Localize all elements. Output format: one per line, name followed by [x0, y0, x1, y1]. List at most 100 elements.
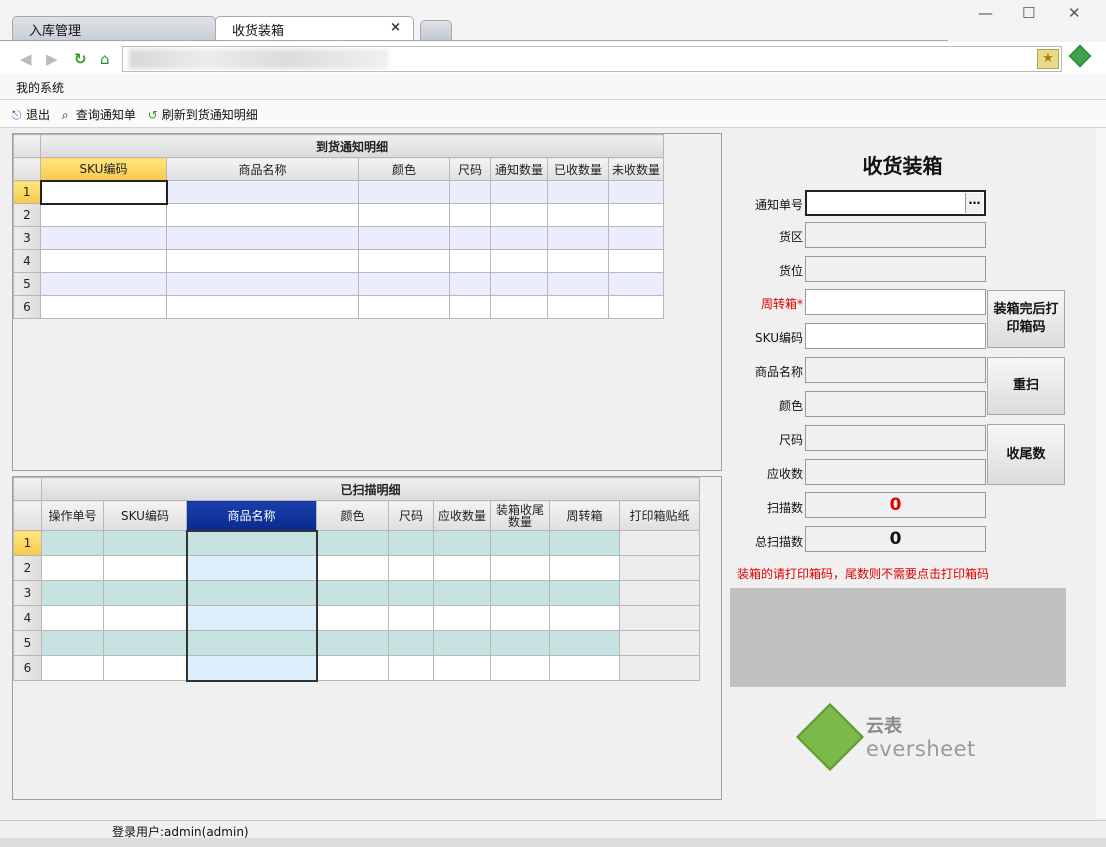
col-header-received-qty[interactable]: 已收数量 [547, 157, 609, 181]
table-cell[interactable] [41, 555, 104, 581]
col-header-sku[interactable]: SKU编码 [103, 500, 187, 531]
table-cell[interactable] [316, 555, 389, 581]
table-cell[interactable] [490, 655, 550, 681]
table-cell[interactable] [316, 580, 389, 606]
col-header-receivable-qty[interactable]: 应收数量 [433, 500, 491, 531]
turnover-box-field[interactable] [805, 289, 986, 315]
table-cell[interactable] [166, 249, 359, 273]
table-cell[interactable] [103, 605, 187, 631]
table-cell[interactable] [433, 655, 491, 681]
table-cell-selected[interactable] [185, 605, 318, 631]
table-cell[interactable] [166, 226, 359, 250]
col-header-operation-no[interactable]: 操作单号 [41, 500, 104, 531]
table-cell[interactable] [41, 605, 104, 631]
maximize-icon[interactable]: ☐ [1022, 4, 1035, 22]
table-cell[interactable] [490, 272, 548, 296]
table-cell[interactable] [490, 530, 550, 556]
table-cell[interactable] [316, 605, 389, 631]
table-cell[interactable] [103, 655, 187, 681]
table-cell[interactable] [433, 605, 491, 631]
col-header-product-name[interactable]: 商品名称 [186, 500, 317, 531]
tab-receive-packing[interactable]: 收货装箱 × [215, 16, 414, 40]
table-cell[interactable] [316, 655, 389, 681]
table-cell[interactable] [449, 295, 491, 319]
address-bar[interactable]: ★ [122, 46, 1062, 72]
table-cell-selected[interactable] [39, 179, 168, 205]
table-cell[interactable] [449, 272, 491, 296]
table-cell-selected[interactable] [185, 529, 318, 556]
row-number[interactable]: 3 [13, 580, 42, 606]
finish-remainder-button[interactable]: 收尾数 [987, 424, 1065, 485]
table-cell[interactable] [433, 530, 491, 556]
table-cell[interactable] [547, 226, 609, 250]
table-cell[interactable] [619, 555, 700, 581]
forward-icon[interactable]: ▶ [46, 50, 58, 68]
table-cell[interactable] [433, 580, 491, 606]
row-number[interactable]: 5 [13, 630, 42, 656]
table-cell[interactable] [41, 580, 104, 606]
table-cell[interactable] [449, 203, 491, 227]
table-cell-selected[interactable] [185, 580, 318, 606]
table-cell[interactable] [490, 295, 548, 319]
row-number[interactable]: 4 [13, 249, 41, 273]
row-number[interactable]: 3 [13, 226, 41, 250]
row-number[interactable]: 1 [13, 530, 42, 556]
table-cell[interactable] [490, 226, 548, 250]
tab-inbound-management[interactable]: 入库管理 [12, 16, 216, 40]
table-cell[interactable] [358, 249, 450, 273]
row-number[interactable]: 4 [13, 605, 42, 631]
table-cell[interactable] [388, 555, 434, 581]
table-cell[interactable] [358, 226, 450, 250]
table-cell[interactable] [40, 272, 167, 296]
rescan-button[interactable]: 重扫 [987, 357, 1065, 415]
table-cell[interactable] [388, 605, 434, 631]
table-cell[interactable] [549, 630, 620, 656]
table-cell[interactable] [608, 180, 664, 204]
table-cell[interactable] [549, 655, 620, 681]
table-cell[interactable] [549, 530, 620, 556]
table-cell[interactable] [490, 249, 548, 273]
table-cell[interactable] [103, 555, 187, 581]
row-number[interactable]: 2 [13, 555, 42, 581]
table-cell[interactable] [619, 580, 700, 606]
table-cell[interactable] [103, 580, 187, 606]
table-cell[interactable] [316, 630, 389, 656]
table-cell[interactable] [449, 180, 491, 204]
col-header-product-name[interactable]: 商品名称 [166, 157, 359, 181]
back-icon[interactable]: ◀ [20, 50, 32, 68]
bookmark-star-icon[interactable]: ★ [1037, 49, 1059, 69]
new-tab-button[interactable] [420, 20, 452, 40]
col-header-packing-tail-qty[interactable]: 装箱收尾数量 [490, 500, 550, 531]
table-cell[interactable] [608, 203, 664, 227]
table-cell[interactable] [358, 203, 450, 227]
table-cell-selected[interactable] [185, 630, 318, 656]
row-number[interactable]: 6 [13, 295, 41, 319]
table-cell[interactable] [608, 272, 664, 296]
table-cell[interactable] [449, 249, 491, 273]
table-cell[interactable] [41, 655, 104, 681]
col-header-color[interactable]: 颜色 [358, 157, 450, 181]
table-cell-selected[interactable] [185, 555, 318, 581]
table-cell[interactable] [490, 580, 550, 606]
table-cell[interactable] [608, 249, 664, 273]
table-cell[interactable] [549, 580, 620, 606]
table-cell[interactable] [166, 180, 359, 204]
row-number[interactable]: 1 [13, 180, 41, 204]
table-cell[interactable] [490, 180, 548, 204]
refresh-button[interactable]: ↺ 刷新到货通知明细 [148, 106, 258, 123]
table-cell[interactable] [358, 272, 450, 296]
extension-icon[interactable] [1068, 44, 1092, 68]
col-header-size[interactable]: 尺码 [388, 500, 434, 531]
table-cell[interactable] [619, 530, 700, 556]
col-header-unreceived-qty[interactable]: 未收数量 [608, 157, 664, 181]
table-cell[interactable] [549, 555, 620, 581]
table-cell[interactable] [103, 630, 187, 656]
table-cell[interactable] [40, 295, 167, 319]
table-cell[interactable] [547, 272, 609, 296]
menu-my-system[interactable]: 我的系统 [16, 81, 64, 95]
col-header-color[interactable]: 颜色 [316, 500, 389, 531]
table-cell[interactable] [41, 530, 104, 556]
table-cell[interactable] [388, 630, 434, 656]
table-cell[interactable] [490, 605, 550, 631]
table-cell[interactable] [166, 203, 359, 227]
